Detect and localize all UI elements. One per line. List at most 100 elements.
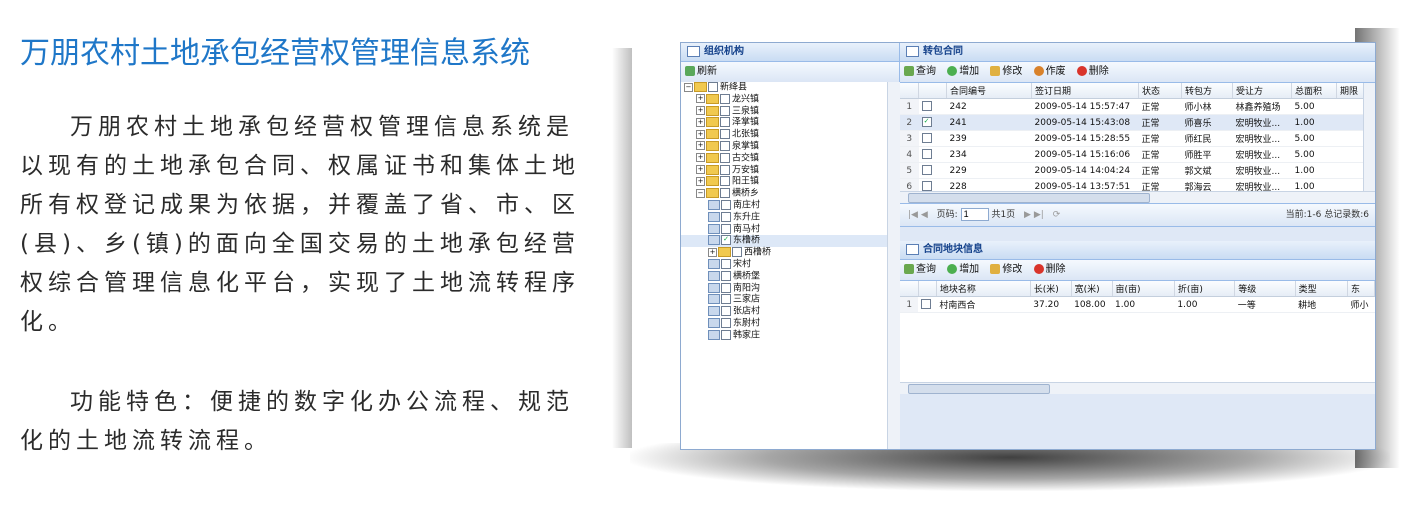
tree-item[interactable]: − 新绛县: [681, 82, 887, 94]
table-row[interactable]: 4 234 2009-05-14 15:16:06 正常 师胜平 宏明牧业... 5.00: [900, 146, 1364, 163]
expand-icon[interactable]: +: [696, 106, 705, 116]
table-row[interactable]: 3 239 2009-05-14 15:28:55 正常 师红民 宏明牧业... 5.00: [900, 130, 1364, 147]
tree-item[interactable]: + 三泉镇: [681, 105, 887, 118]
tree-item[interactable]: 宋村: [681, 258, 887, 271]
row-checkbox[interactable]: [921, 149, 932, 160]
contract-hscrollbar[interactable]: [900, 191, 1375, 203]
column-header[interactable]: 状态: [1138, 83, 1182, 99]
tree-checkbox[interactable]: [721, 294, 731, 305]
tree-item[interactable]: 南庄村: [681, 199, 887, 212]
tree-checkbox[interactable]: [720, 129, 730, 140]
column-header[interactable]: 签订日期: [1031, 83, 1139, 99]
column-header[interactable]: 宽(米): [1071, 281, 1113, 297]
tree-checkbox[interactable]: [708, 82, 718, 92]
tree-item[interactable]: ✓ 东橹桥: [681, 235, 887, 248]
collapse-icon[interactable]: −: [696, 188, 705, 198]
table-row[interactable]: 1 242 2009-05-14 15:57:47 正常 师小林 林鑫养殖场 5.00: [900, 98, 1364, 115]
tree-item[interactable]: 南马村: [681, 223, 887, 236]
tree-item[interactable]: + 龙兴镇: [681, 93, 887, 106]
table-row[interactable]: 6 228 2009-05-14 13:57:51 正常 郭海云 宏明牧业... 1.00: [900, 178, 1364, 191]
tree-item[interactable]: − 横桥乡: [681, 188, 887, 200]
contract-edit-button[interactable]: 修改: [990, 62, 1022, 82]
next-page-button[interactable]: ▶: [1024, 210, 1031, 220]
tree-item[interactable]: + 北张镇: [681, 129, 887, 141]
tree-item[interactable]: 横桥堡: [681, 270, 887, 283]
tree-checkbox[interactable]: [721, 223, 731, 234]
tree-checkbox[interactable]: [720, 164, 730, 175]
row-checkbox[interactable]: ✓: [921, 117, 932, 128]
tree-item[interactable]: 张店村: [681, 306, 887, 318]
row-checkbox[interactable]: [921, 165, 932, 176]
expand-icon[interactable]: +: [696, 94, 705, 104]
tree-checkbox[interactable]: [721, 270, 731, 281]
row-checkbox[interactable]: [921, 299, 932, 310]
plot-add-button[interactable]: 增加: [947, 260, 979, 280]
tree-checkbox[interactable]: [721, 258, 731, 269]
collapse-icon[interactable]: −: [684, 82, 693, 92]
tree-item[interactable]: 东尉村: [681, 317, 887, 330]
table-row[interactable]: 2 ✓ 241 2009-05-14 15:43:08 正常 师喜乐 宏明牧业... 1.00: [900, 114, 1364, 131]
table-row[interactable]: 1 村南西合 37.20 108.00 1.00 1.00 一等 耕地 师小: [900, 296, 1375, 313]
column-header[interactable]: 等级: [1234, 281, 1296, 297]
tree-checkbox[interactable]: [721, 306, 731, 317]
column-header[interactable]: 亩(亩): [1112, 281, 1175, 297]
expand-icon[interactable]: +: [696, 129, 705, 139]
expand-icon[interactable]: +: [696, 165, 705, 175]
column-header[interactable]: 总面积: [1291, 83, 1337, 99]
row-checkbox[interactable]: [921, 181, 932, 191]
contract-void-button[interactable]: 作废: [1033, 62, 1066, 82]
tree-item[interactable]: 韩家庄: [681, 329, 887, 342]
tree-item[interactable]: + 古交镇: [681, 152, 887, 165]
column-header[interactable]: 期限: [1336, 83, 1364, 99]
column-header[interactable]: 东: [1347, 281, 1375, 297]
expand-icon[interactable]: +: [708, 247, 717, 257]
column-header[interactable]: 受让方: [1232, 83, 1292, 99]
contract-add-button[interactable]: 增加: [947, 62, 979, 82]
tree-checkbox[interactable]: [721, 199, 731, 210]
tree-item[interactable]: + 万安镇: [681, 164, 887, 177]
tree-checkbox[interactable]: ✓: [721, 235, 731, 246]
tree-checkbox[interactable]: [721, 282, 731, 293]
tree-item[interactable]: 三家店: [681, 294, 887, 306]
expand-icon[interactable]: +: [696, 176, 705, 186]
first-page-button[interactable]: |◀: [908, 210, 918, 220]
tree-checkbox[interactable]: [721, 317, 731, 328]
tree-checkbox[interactable]: [721, 329, 731, 340]
expand-icon[interactable]: +: [696, 153, 705, 163]
refresh-button[interactable]: 刷新: [685, 62, 717, 82]
tree-item[interactable]: 南阳沟: [681, 282, 887, 295]
column-header[interactable]: 类型: [1295, 281, 1348, 297]
table-row[interactable]: 5 229 2009-05-14 14:04:24 正常 郭文斌 宏明牧业... 1.00: [900, 162, 1364, 179]
tree-checkbox[interactable]: [720, 105, 730, 116]
tree-checkbox[interactable]: [720, 93, 730, 104]
tree-checkbox[interactable]: [720, 140, 730, 151]
refresh-icon[interactable]: ⟳: [1053, 210, 1061, 220]
tree-item[interactable]: 东升庄: [681, 211, 887, 224]
scroll-thumb[interactable]: [908, 193, 1150, 203]
plot-delete-button[interactable]: 删除: [1033, 260, 1066, 280]
tree-checkbox[interactable]: [721, 211, 731, 222]
contract-vscrollbar[interactable]: [1363, 83, 1375, 191]
page-input[interactable]: [960, 207, 989, 221]
tree-checkbox[interactable]: [732, 247, 742, 258]
tree-item[interactable]: + 西橹桥: [681, 247, 887, 259]
contract-query-button[interactable]: 查询: [904, 62, 936, 82]
prev-page-button[interactable]: ◀: [921, 210, 928, 220]
expand-icon[interactable]: +: [696, 117, 705, 127]
tree-checkbox[interactable]: [720, 117, 730, 128]
tree-checkbox[interactable]: [720, 188, 730, 199]
tree-item[interactable]: + 泽掌镇: [681, 117, 887, 129]
row-checkbox[interactable]: [921, 133, 932, 144]
scroll-thumb[interactable]: [908, 384, 1050, 394]
expand-icon[interactable]: +: [696, 141, 705, 151]
plot-hscrollbar[interactable]: [900, 382, 1375, 394]
tree-checkbox[interactable]: [720, 152, 730, 163]
tree-item[interactable]: + 阳王镇: [681, 176, 887, 188]
column-header[interactable]: 转包方: [1181, 83, 1233, 99]
column-header[interactable]: 长(米): [1030, 281, 1072, 297]
row-checkbox[interactable]: [921, 101, 932, 112]
column-header[interactable]: 地块名称: [936, 281, 1031, 297]
tree-checkbox[interactable]: [720, 176, 730, 187]
plot-query-button[interactable]: 查询: [904, 260, 936, 280]
contract-delete-button[interactable]: 删除: [1076, 62, 1109, 82]
